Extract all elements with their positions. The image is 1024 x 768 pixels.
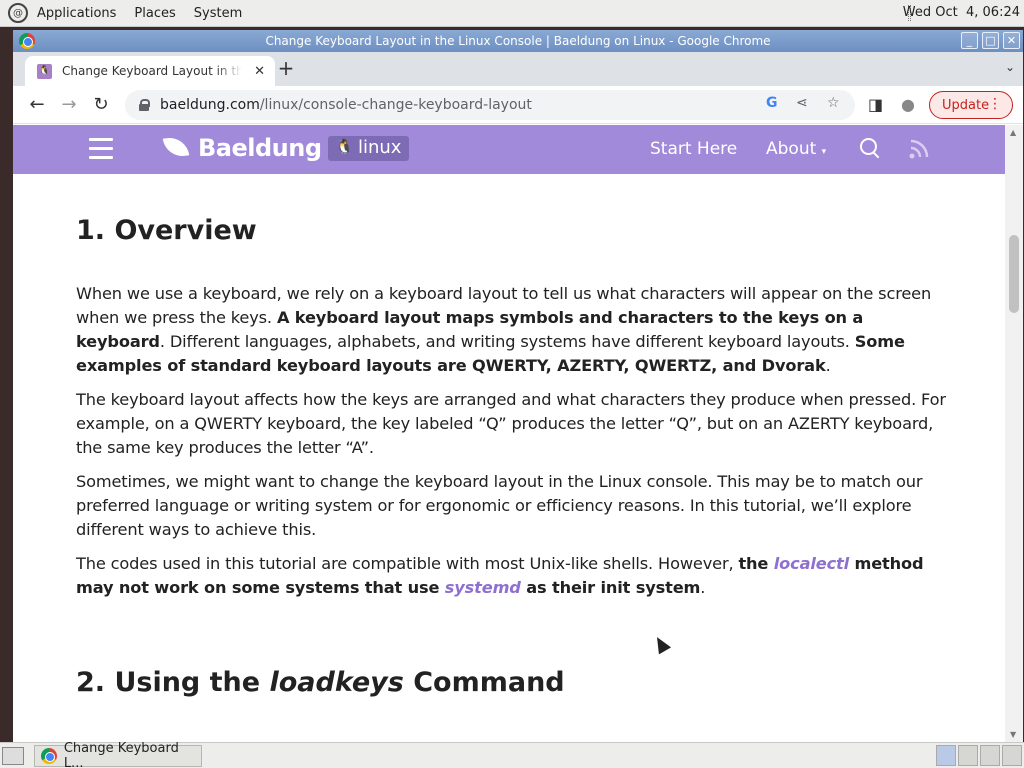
- close-tab-icon[interactable]: ✕: [254, 64, 265, 79]
- heading-loadkeys-post: Command: [403, 667, 565, 698]
- browser-toolbar: ← → ↻ baeldung.com/linux/console-change-…: [13, 86, 1023, 124]
- baeldung-favicon-icon: 🐧: [37, 63, 52, 79]
- distro-logo-icon[interactable]: @: [8, 3, 28, 23]
- profile-avatar-icon[interactable]: ●: [901, 95, 915, 114]
- side-panel-icon[interactable]: ◨: [868, 95, 883, 114]
- lock-icon[interactable]: [139, 99, 150, 111]
- page-viewport: Baeldung 🐧 linux Start Here About ▾ 1. Ov…: [13, 125, 1005, 742]
- tab-active[interactable]: 🐧 Change Keyboard Layout in the Linux Co…: [25, 56, 275, 86]
- paragraph-motivation: Sometimes, we might want to change the k…: [76, 472, 923, 539]
- share-icon[interactable]: ⋖: [796, 95, 808, 111]
- back-button[interactable]: ←: [25, 93, 49, 117]
- url-host: baeldung.com: [160, 97, 260, 113]
- tux-icon: 🐧: [335, 139, 353, 155]
- menu-applications[interactable]: Applications: [37, 6, 116, 21]
- chrome-icon: [41, 748, 57, 764]
- system-top-panel: @ Applications Places System Wed Oct 4, …: [0, 0, 1024, 27]
- p4-segment: .: [700, 578, 706, 597]
- reload-button[interactable]: ↻: [89, 93, 113, 117]
- clock[interactable]: Wed Oct 4, 06:24: [903, 5, 1020, 20]
- hamburger-menu-icon[interactable]: [89, 138, 113, 160]
- window-titlebar[interactable]: Change Keyboard Layout in the Linux Cons…: [13, 30, 1023, 52]
- p1-segment: .: [825, 356, 831, 375]
- chrome-icon: [19, 33, 35, 49]
- leaf-logo-icon: [160, 133, 192, 163]
- close-window-button[interactable]: ✕: [1003, 32, 1020, 49]
- badge-label: linux: [357, 136, 402, 158]
- chevron-down-icon: ▾: [821, 147, 827, 157]
- minimize-button[interactable]: _: [961, 32, 978, 49]
- show-desktop-icon[interactable]: [2, 747, 24, 765]
- tab-search-chevron-icon[interactable]: ⌄: [1005, 60, 1015, 74]
- workspace-4[interactable]: [1002, 745, 1022, 766]
- menu-places[interactable]: Places: [134, 6, 175, 21]
- nav-about[interactable]: About ▾: [766, 139, 826, 159]
- taskbar-chrome-window[interactable]: Change Keyboard L...: [34, 741, 202, 768]
- maximize-button[interactable]: □: [982, 32, 999, 49]
- workspace-2[interactable]: [958, 745, 978, 766]
- p4-segment: The codes used in this tutorial are comp…: [76, 554, 739, 573]
- tab-title: Change Keyboard Layout in the Linux Cons…: [62, 64, 242, 78]
- scrollbar-thumb[interactable]: [1009, 235, 1019, 313]
- url-path: /linux/console-change-keyboard-layout: [259, 97, 532, 113]
- p4-segment[interactable]: systemd: [445, 578, 521, 597]
- bottom-taskbar: Change Keyboard L...: [0, 741, 1024, 768]
- menu-system[interactable]: System: [194, 6, 242, 21]
- search-icon[interactable]: [860, 138, 880, 158]
- p1-segment: . Different languages, alphabets, and wr…: [159, 332, 855, 351]
- nav-start-here[interactable]: Start Here: [650, 139, 737, 159]
- p4-segment: the: [738, 554, 774, 573]
- workspace-3[interactable]: [980, 745, 1000, 766]
- brand-name: Baeldung: [198, 134, 322, 162]
- browser-menu-icon[interactable]: ⋮: [988, 96, 1002, 112]
- paragraph-layout-effect: The keyboard layout affects how the keys…: [76, 390, 946, 457]
- site-logo[interactable]: Baeldung 🐧 linux: [160, 133, 410, 163]
- p4-segment[interactable]: localectl: [774, 554, 849, 573]
- scroll-down-arrow-icon[interactable]: ▼: [1010, 730, 1016, 739]
- nav-about-label: About: [766, 139, 817, 159]
- linux-badge: 🐧 linux: [327, 135, 410, 161]
- paragraph-compatibility: The codes used in this tutorial are comp…: [76, 552, 946, 600]
- site-header: Baeldung 🐧 linux Start Here About ▾: [13, 125, 1005, 174]
- workspace-1[interactable]: [936, 745, 956, 766]
- paragraph-intro: When we use a keyboard, we rely on a key…: [76, 282, 946, 378]
- forward-button[interactable]: →: [57, 93, 81, 117]
- scroll-up-arrow-icon[interactable]: ▲: [1010, 128, 1016, 137]
- taskbar-task-label: Change Keyboard L...: [63, 741, 179, 768]
- google-translate-icon[interactable]: G: [766, 95, 778, 111]
- heading-loadkeys-cmd: loadkeys: [269, 667, 404, 698]
- heading-loadkeys: 2. Using the loadkeys Command: [76, 666, 946, 700]
- rss-feed-icon[interactable]: [908, 138, 930, 160]
- heading-loadkeys-pre: 2. Using the: [76, 667, 270, 698]
- window-title: Change Keyboard Layout in the Linux Cons…: [265, 34, 771, 48]
- update-button[interactable]: Update ⋮: [929, 91, 1013, 119]
- new-tab-button[interactable]: +: [276, 58, 296, 79]
- page-scrollbar[interactable]: ▲ ▼: [1005, 125, 1023, 742]
- bookmark-star-icon[interactable]: ☆: [827, 95, 840, 111]
- browser-window: Change Keyboard Layout in the Linux Cons…: [13, 30, 1023, 742]
- p4-segment: as their init system: [520, 578, 701, 597]
- address-bar[interactable]: baeldung.com/linux/console-change-keyboa…: [125, 90, 855, 120]
- tab-strip: 🐧 Change Keyboard Layout in the Linux Co…: [13, 52, 1023, 86]
- update-label: Update: [942, 97, 990, 113]
- heading-overview: 1. Overview: [76, 215, 257, 246]
- article-content: 1. Overview When we use a keyboard, we r…: [76, 174, 946, 700]
